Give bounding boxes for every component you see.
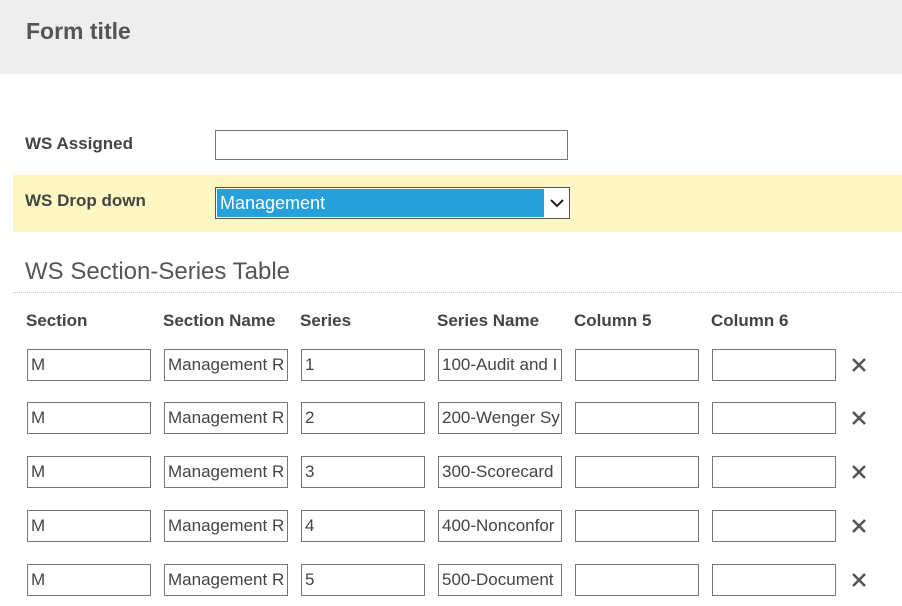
section-name-header: Section Name bbox=[163, 311, 276, 330]
close-icon[interactable] bbox=[849, 355, 869, 375]
table-title: WS Section-Series Table bbox=[25, 258, 291, 285]
series-input[interactable]: 2 bbox=[301, 402, 425, 434]
series-input[interactable]: 3 bbox=[301, 456, 425, 488]
series-name-header: Series Name bbox=[437, 311, 540, 330]
column-5-header: Column 5 bbox=[574, 311, 652, 330]
form-header: Form title bbox=[0, 0, 902, 74]
section-input[interactable]: M bbox=[27, 402, 151, 434]
column-5-input[interactable] bbox=[575, 510, 699, 542]
series-name-input[interactable]: 200-Wenger Sy bbox=[438, 402, 562, 434]
section-input[interactable]: M bbox=[27, 456, 151, 488]
ws-assigned-row: WS Assigned bbox=[13, 118, 902, 174]
section-name-input[interactable]: Management R bbox=[164, 564, 288, 596]
table-row: M Management R 5 500-Document bbox=[0, 564, 902, 598]
form-title: Form title bbox=[26, 18, 131, 44]
table-row: M Management R 4 400-Nonconfor bbox=[0, 510, 902, 544]
column-5-input[interactable] bbox=[575, 402, 699, 434]
section-input[interactable]: M bbox=[27, 564, 151, 596]
table-divider bbox=[13, 292, 902, 293]
table-row: M Management R 3 300-Scorecard bbox=[0, 456, 902, 490]
series-name-input[interactable]: 400-Nonconfor bbox=[438, 510, 562, 542]
ws-dropdown-select[interactable]: Management bbox=[215, 187, 570, 219]
close-icon[interactable] bbox=[849, 570, 869, 590]
section-name-input[interactable]: Management R bbox=[164, 456, 288, 488]
chevron-down-icon[interactable] bbox=[545, 188, 569, 218]
ws-assigned-label: WS Assigned bbox=[25, 134, 133, 153]
section-header: Section bbox=[26, 311, 88, 330]
ws-dropdown-row: WS Drop down Management bbox=[13, 175, 902, 232]
column-6-input[interactable] bbox=[712, 402, 836, 434]
close-icon[interactable] bbox=[849, 408, 869, 428]
column-6-input[interactable] bbox=[712, 564, 836, 596]
column-6-input[interactable] bbox=[712, 510, 836, 542]
section-input[interactable]: M bbox=[27, 349, 151, 381]
series-name-input[interactable]: 500-Document bbox=[438, 564, 562, 596]
close-icon[interactable] bbox=[849, 462, 869, 482]
series-name-input[interactable]: 300-Scorecard bbox=[438, 456, 562, 488]
column-5-input[interactable] bbox=[575, 564, 699, 596]
column-6-input[interactable] bbox=[712, 349, 836, 381]
section-name-input[interactable]: Management R bbox=[164, 510, 288, 542]
section-input[interactable]: M bbox=[27, 510, 151, 542]
series-input[interactable]: 1 bbox=[301, 349, 425, 381]
column-6-input[interactable] bbox=[712, 456, 836, 488]
ws-dropdown-value: Management bbox=[217, 189, 544, 217]
section-name-input[interactable]: Management R bbox=[164, 349, 288, 381]
column-5-input[interactable] bbox=[575, 456, 699, 488]
series-input[interactable]: 5 bbox=[301, 564, 425, 596]
ws-dropdown-label: WS Drop down bbox=[25, 191, 146, 210]
series-input[interactable]: 4 bbox=[301, 510, 425, 542]
column-6-header: Column 6 bbox=[711, 311, 789, 330]
column-5-input[interactable] bbox=[575, 349, 699, 381]
table-row: M Management R 2 200-Wenger Sy bbox=[0, 402, 902, 436]
section-name-input[interactable]: Management R bbox=[164, 402, 288, 434]
series-header: Series bbox=[300, 311, 352, 330]
table-row: M Management R 1 100-Audit and I bbox=[0, 349, 902, 383]
ws-assigned-input[interactable] bbox=[215, 130, 568, 160]
close-icon[interactable] bbox=[849, 516, 869, 536]
series-name-input[interactable]: 100-Audit and I bbox=[438, 349, 562, 381]
